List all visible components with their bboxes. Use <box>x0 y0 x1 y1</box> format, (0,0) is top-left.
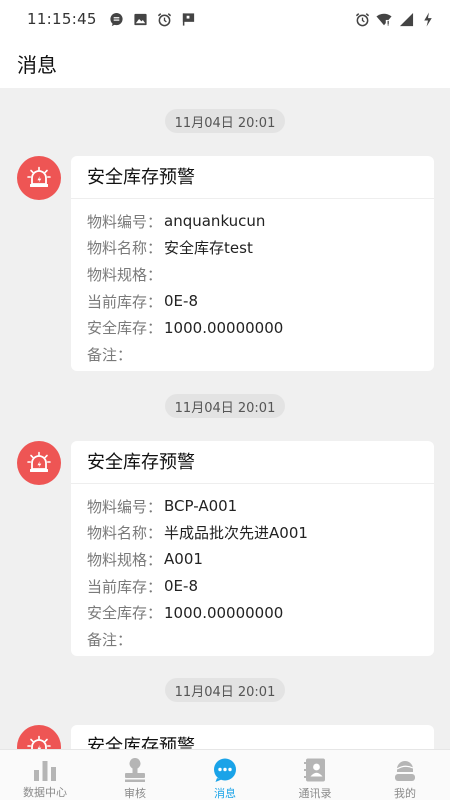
field-value: 0E-8 <box>164 292 198 311</box>
message-timestamp: 11月04日 20:01 <box>165 678 285 702</box>
tab-label: 通讯录 <box>298 787 332 800</box>
field-current-stock: 当前库存： 0E-8 <box>87 573 434 600</box>
field-label: 物料名称： <box>87 524 163 543</box>
page-title: 消息 <box>17 52 57 77</box>
status-system-icons <box>354 11 436 27</box>
message-title: 安全库存预警 <box>71 156 434 199</box>
status-time: 11:15:45 <box>27 10 97 28</box>
field-value: anquankucun <box>164 212 266 231</box>
tab-label: 消息 <box>214 787 236 800</box>
message-notification-icon <box>109 11 125 27</box>
message-card[interactable]: 安全库存预警 物料编号： BCP-A001 物料名称： 半成品批次先进A001 物料… <box>71 441 434 656</box>
tab-mine[interactable]: 我的 <box>360 750 450 800</box>
tab-label: 我的 <box>394 787 416 800</box>
battery-charging-icon <box>420 11 436 27</box>
field-value: 1000.00000000 <box>164 603 284 622</box>
cellular-signal-icon <box>398 11 414 27</box>
field-remarks: 备注： <box>87 626 434 653</box>
contacts-book-icon <box>301 757 329 783</box>
field-value: A001 <box>164 550 203 569</box>
field-value: 1000.00000000 <box>164 318 284 337</box>
field-label: 物料规格： <box>87 550 163 569</box>
alarm-light-icon <box>27 451 51 472</box>
alarm-light-icon <box>27 166 51 187</box>
tab-data-center[interactable]: 数据中心 <box>0 750 90 800</box>
field-material-code: 物料编号： BCP-A001 <box>87 493 434 520</box>
field-value: 安全库存test <box>164 239 253 258</box>
bottom-tab-bar: 数据中心 审核 消息 通讯录 我的 <box>0 749 450 800</box>
stamp-icon <box>121 757 149 783</box>
tab-messages[interactable]: 消息 <box>180 750 270 800</box>
message-timestamp: 11月04日 20:01 <box>165 394 285 418</box>
image-notification-icon <box>133 11 149 27</box>
wifi-icon <box>376 11 392 27</box>
field-label: 当前库存： <box>87 577 163 596</box>
field-safety-stock: 安全库存： 1000.00000000 <box>87 599 434 626</box>
app-header: 消息 <box>0 38 450 88</box>
message-body: 物料编号： anquankucun 物料名称： 安全库存test 物料规格： 当前库… <box>71 199 434 368</box>
alarm-light-avatar <box>17 725 61 749</box>
status-bar: 11:15:45 <box>0 0 450 38</box>
tab-label: 审核 <box>124 787 146 800</box>
message-timestamp: 11月04日 20:01 <box>165 109 285 133</box>
user-profile-icon <box>391 757 419 783</box>
bar-chart-icon <box>31 757 59 782</box>
field-material-name: 物料名称： 安全库存test <box>87 235 434 262</box>
field-label: 物料编号： <box>87 212 163 231</box>
chat-bubble-icon <box>211 757 239 783</box>
field-remarks: 备注： <box>87 341 434 368</box>
message-body: 物料编号： BCP-A001 物料名称： 半成品批次先进A001 物料规格： A001… <box>71 484 434 653</box>
field-material-name: 物料名称： 半成品批次先进A001 <box>87 520 434 547</box>
field-label: 物料编号： <box>87 497 163 516</box>
alarm-clock-icon <box>157 11 173 27</box>
alarm-light-avatar <box>17 441 61 485</box>
alarm-light-avatar <box>17 156 61 200</box>
message-card[interactable]: 安全库存预警 <box>71 725 434 749</box>
field-label: 备注： <box>87 345 133 364</box>
field-current-stock: 当前库存： 0E-8 <box>87 288 434 315</box>
field-material-spec: 物料规格： A001 <box>87 546 434 573</box>
field-label: 当前库存： <box>87 292 163 311</box>
field-label: 备注： <box>87 630 133 649</box>
message-title: 安全库存预警 <box>71 441 434 484</box>
tab-review[interactable]: 审核 <box>90 750 180 800</box>
field-label: 物料规格： <box>87 265 163 284</box>
message-title: 安全库存预警 <box>71 725 434 749</box>
field-value: 0E-8 <box>164 577 198 596</box>
tab-contacts[interactable]: 通讯录 <box>270 750 360 800</box>
field-label: 物料名称： <box>87 239 163 258</box>
field-value: BCP-A001 <box>164 497 238 516</box>
field-label: 安全库存： <box>87 319 163 338</box>
message-list[interactable]: 11月04日 20:01 安全库存预警 物料编号： anquankucun 物料名… <box>0 88 450 749</box>
field-material-spec: 物料规格： <box>87 261 434 288</box>
status-notification-icons <box>109 11 197 27</box>
field-safety-stock: 安全库存： 1000.00000000 <box>87 314 434 341</box>
field-material-code: 物料编号： anquankucun <box>87 208 434 235</box>
alarm-clock-icon <box>354 11 370 27</box>
alarm-light-icon <box>27 735 51 749</box>
tab-label: 数据中心 <box>23 786 67 799</box>
field-label: 安全库存： <box>87 604 163 623</box>
flag-notification-icon <box>181 11 197 27</box>
field-value: 半成品批次先进A001 <box>164 524 308 543</box>
message-card[interactable]: 安全库存预警 物料编号： anquankucun 物料名称： 安全库存test 物料… <box>71 156 434 371</box>
